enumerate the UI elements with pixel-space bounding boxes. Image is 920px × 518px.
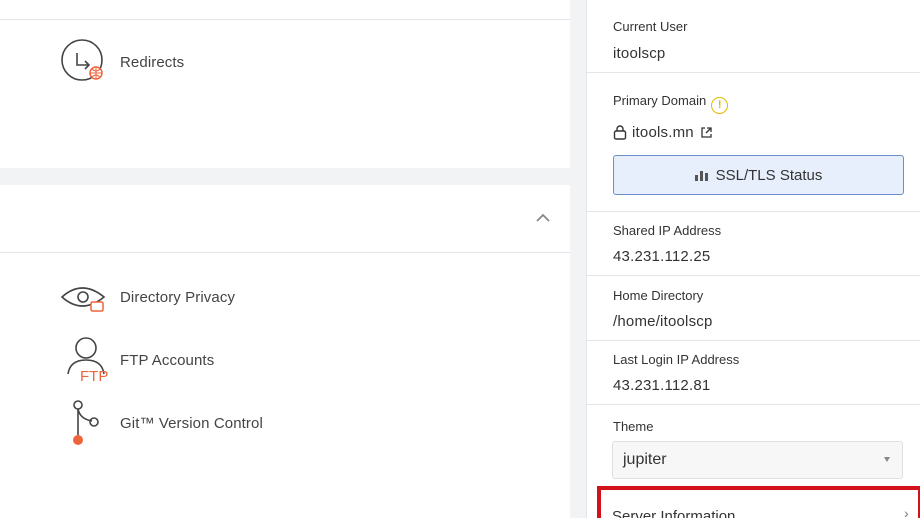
- collapse-chevron-icon[interactable]: [534, 211, 552, 225]
- last-login-value: 43.231.112.81: [613, 377, 711, 394]
- current-user-value: itoolscp: [613, 45, 666, 62]
- ssl-tls-status-button[interactable]: SSL/TLS Status: [613, 155, 904, 195]
- primary-domain-label: Primary Domain: [613, 93, 707, 108]
- files-card: Directory Privacy FTP FTP Accounts Git™ …: [0, 185, 570, 518]
- tool-git-version-control[interactable]: Git™ Version Control: [58, 397, 263, 449]
- section-divider: [0, 19, 570, 20]
- last-login-row: Last Login IP Address 43.231.112.81: [587, 341, 920, 405]
- tool-label: Git™ Version Control: [120, 414, 263, 432]
- primary-domain-value: itools.mn: [632, 124, 694, 141]
- info-icon[interactable]: !: [711, 97, 729, 114]
- theme-label: Theme: [613, 419, 654, 434]
- section-header-divider: [0, 252, 570, 253]
- current-user-row: Current User itoolscp: [587, 0, 920, 73]
- home-directory-value: /home/itoolscp: [613, 313, 713, 330]
- ftp-user-icon: FTP: [58, 334, 114, 386]
- shared-ip-label: Shared IP Address: [613, 223, 722, 238]
- tool-redirects[interactable]: Redirects: [58, 36, 184, 88]
- tool-ftp-accounts[interactable]: FTP FTP Accounts: [58, 334, 214, 386]
- redirect-icon: [58, 36, 114, 88]
- lock-icon: [613, 125, 627, 140]
- external-link-icon: [701, 127, 712, 138]
- home-directory-row: Home Directory /home/itoolscp: [587, 276, 920, 341]
- tool-label: Directory Privacy: [120, 288, 236, 306]
- last-login-label: Last Login IP Address: [613, 352, 740, 367]
- tool-directory-privacy[interactable]: Directory Privacy: [58, 271, 235, 323]
- theme-value: jupiter: [623, 451, 667, 468]
- primary-domain-label-wrap: Primary Domain!: [613, 93, 729, 114]
- domains-card: Redirects: [0, 0, 570, 168]
- bar-chart-icon: [694, 171, 708, 181]
- tool-label: FTP Accounts: [120, 351, 215, 369]
- shared-ip-value: 43.231.112.25: [613, 248, 711, 265]
- ssl-button-label: SSL/TLS Status: [715, 166, 823, 184]
- tool-label: Redirects: [120, 53, 185, 71]
- git-branch-icon: [58, 397, 114, 449]
- current-user-label: Current User: [613, 19, 688, 34]
- primary-domain-link[interactable]: itools.mn: [613, 124, 713, 141]
- ftp-icon-text: FTP: [80, 368, 108, 385]
- dropdown-caret-icon: [884, 457, 890, 462]
- eye-folder-icon: [58, 271, 114, 323]
- theme-select[interactable]: jupiter: [612, 441, 903, 479]
- primary-domain-row: Primary Domain! itools.mn SSL/TLS Status: [587, 73, 920, 212]
- shared-ip-row: Shared IP Address 43.231.112.25: [587, 212, 920, 276]
- server-information-link[interactable]: Server Information: [612, 508, 735, 518]
- home-directory-label: Home Directory: [613, 288, 704, 303]
- chevron-right-icon: ›: [904, 505, 909, 518]
